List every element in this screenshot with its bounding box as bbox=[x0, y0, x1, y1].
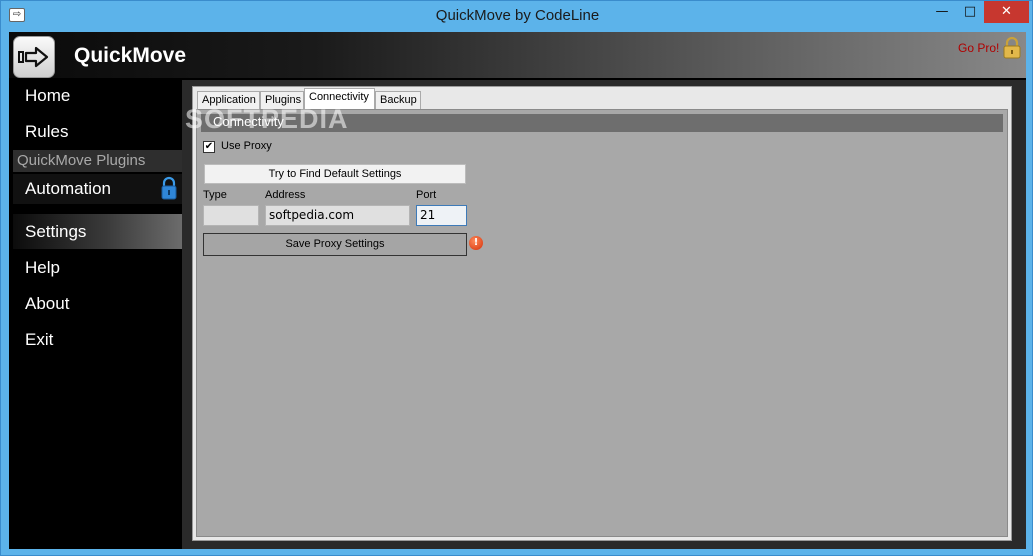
plugins-section-heading: QuickMove Plugins bbox=[13, 150, 182, 172]
save-proxy-settings-button[interactable]: Save Proxy Settings bbox=[203, 233, 467, 256]
sidebar-item-settings[interactable]: Settings bbox=[13, 214, 182, 249]
connectivity-panel: SOFTPEDIA Connectivity ✔ Use Proxy Try t… bbox=[185, 104, 1008, 537]
find-default-settings-button[interactable]: Try to Find Default Settings bbox=[204, 164, 466, 184]
sidebar: Home Rules QuickMove Plugins Automation … bbox=[13, 80, 182, 545]
sidebar-item-exit[interactable]: Exit bbox=[13, 324, 182, 356]
arrow-right-icon bbox=[13, 36, 55, 78]
app-header: QuickMove Go Pro! bbox=[9, 32, 1026, 78]
type-label: Type bbox=[203, 189, 227, 201]
sidebar-item-home[interactable]: Home bbox=[13, 80, 182, 112]
port-label: Port bbox=[416, 189, 437, 201]
port-field[interactable]: 21 bbox=[416, 205, 467, 226]
address-field[interactable]: softpedia.com bbox=[265, 205, 410, 226]
sidebar-item-about[interactable]: About bbox=[13, 288, 182, 320]
lock-icon bbox=[161, 176, 177, 204]
use-proxy-checkbox[interactable]: ✔ bbox=[203, 141, 215, 153]
sidebar-item-automation[interactable]: Automation bbox=[13, 174, 182, 204]
title-bar[interactable]: ⇨ QuickMove by CodeLine — □ ✕ bbox=[1, 1, 1033, 32]
sidebar-item-rules[interactable]: Rules bbox=[13, 116, 182, 148]
go-pro-link[interactable]: Go Pro! bbox=[958, 41, 999, 55]
exclamation-icon: ! bbox=[469, 236, 483, 250]
use-proxy-label: Use Proxy bbox=[221, 140, 272, 152]
minimize-button[interactable]: — bbox=[929, 1, 955, 23]
settings-content: Application Plugins Connectivity Backup … bbox=[182, 80, 1026, 549]
lock-icon[interactable] bbox=[1003, 36, 1021, 63]
settings-tab-control: Application Plugins Connectivity Backup … bbox=[185, 86, 1012, 541]
section-header: SOFTPEDIA Connectivity bbox=[185, 104, 1003, 134]
type-field[interactable] bbox=[203, 205, 259, 226]
section-title: Connectivity bbox=[213, 114, 284, 129]
sidebar-item-label: Automation bbox=[25, 179, 111, 198]
app-client-area: QuickMove Go Pro! Home Rules QuickMove P… bbox=[9, 32, 1026, 549]
sidebar-item-help[interactable]: Help bbox=[13, 252, 182, 284]
window-title: QuickMove by CodeLine bbox=[435, 7, 600, 24]
maximize-button[interactable]: □ bbox=[957, 1, 983, 23]
address-label: Address bbox=[265, 189, 306, 201]
tab-backup[interactable]: Backup bbox=[375, 91, 421, 110]
app-title: QuickMove bbox=[74, 44, 187, 67]
app-window: ⇨ QuickMove by CodeLine — □ ✕ QuickMove … bbox=[0, 0, 1033, 556]
close-button[interactable]: ✕ bbox=[984, 1, 1029, 23]
